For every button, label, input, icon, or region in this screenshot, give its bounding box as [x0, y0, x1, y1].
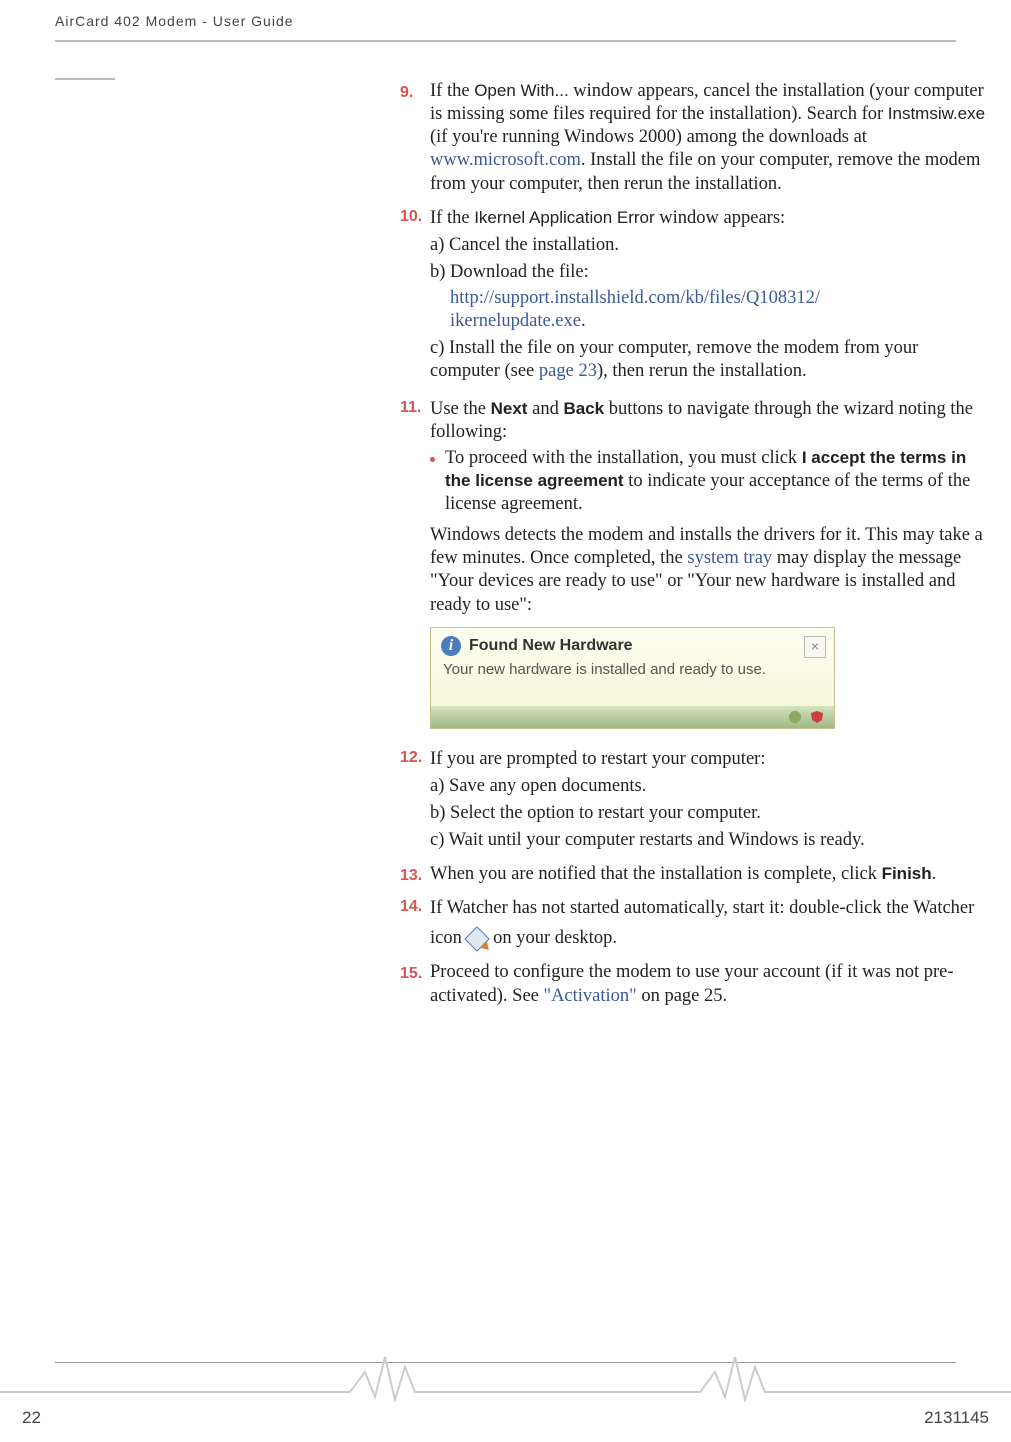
text: If the: [430, 208, 474, 228]
step-number: 10.: [400, 204, 430, 227]
text: and: [527, 399, 563, 419]
step-number: 12.: [400, 745, 430, 768]
watcher-icon: [466, 928, 488, 950]
substep-a: a) Save any open documents.: [430, 775, 989, 798]
link-page23[interactable]: page 23: [539, 361, 597, 381]
step-15: 15. Proceed to configure the modem to us…: [400, 961, 989, 1007]
step-body: If you are prompted to restart your comp…: [430, 745, 989, 856]
ui-label-ikernel: Ikernel Application Error: [474, 208, 654, 227]
step-body: When you are notified that the installat…: [430, 863, 989, 886]
balloon-screenshot: i Found New Hardware × Your new hardware…: [430, 627, 835, 729]
step-body: If Watcher has not started automatically…: [430, 894, 989, 953]
page-number: 22: [22, 1408, 41, 1428]
text: on your desktop.: [493, 928, 617, 948]
step-11: 11. Use the Next and Back buttons to nav…: [400, 395, 989, 737]
text: If you are prompted to restart your comp…: [430, 748, 989, 771]
info-icon: i: [441, 636, 461, 656]
content-area: 9. If the Open With... window appears, c…: [400, 80, 989, 1008]
substep-c: c) Wait until your computer restarts and…: [430, 829, 989, 852]
taskbar-tray: [431, 706, 834, 728]
balloon-title: Found New Hardware: [469, 636, 633, 656]
text: When you are notified that the installat…: [430, 864, 882, 884]
substep-c: c) Install the file on your computer, re…: [430, 337, 989, 383]
step-number: 11.: [400, 395, 430, 418]
text: .: [932, 864, 937, 884]
button-label-next: Next: [491, 399, 528, 418]
step-12: 12. If you are prompted to restart your …: [400, 745, 989, 856]
step-13: 13. When you are notified that the insta…: [400, 863, 989, 886]
ui-label-openwith: Open With...: [474, 81, 568, 100]
text: (if you're running Windows 2000) among t…: [430, 127, 867, 147]
security-shield-icon: [810, 710, 824, 724]
step-body: If the Open With... window appears, canc…: [430, 80, 989, 196]
antenna-decoration: [0, 1342, 1011, 1402]
substep-a: a) Cancel the installation.: [430, 234, 989, 257]
link-system-tray[interactable]: system tray: [687, 548, 772, 568]
short-rule: [55, 78, 115, 80]
header-rule: [55, 40, 956, 42]
filename-instmsiw: Instmsiw.exe: [888, 104, 985, 123]
tray-generic-icon: [788, 710, 802, 724]
bullet-icon: [430, 457, 435, 462]
text: If the: [430, 81, 474, 101]
doc-header: AirCard 402 Modem - User Guide: [0, 0, 1011, 37]
close-icon[interactable]: ×: [804, 636, 826, 658]
text: Use the: [430, 399, 491, 419]
text: on page 25.: [637, 986, 727, 1006]
step-body: If the Ikernel Application Error window …: [430, 204, 989, 387]
step-body: Proceed to configure the modem to use yo…: [430, 961, 989, 1007]
balloon-header: i Found New Hardware: [431, 628, 834, 656]
step-9: 9. If the Open With... window appears, c…: [400, 80, 989, 196]
bullet-item: To proceed with the installation, you mu…: [430, 447, 989, 516]
step-number: 14.: [400, 894, 430, 917]
step-10: 10. If the Ikernel Application Error win…: [400, 204, 989, 387]
link-installshield[interactable]: http://support.installshield.com/kb/file…: [450, 287, 989, 333]
button-label-back: Back: [563, 399, 604, 418]
step-body: Use the Next and Back buttons to navigat…: [430, 395, 989, 737]
substep-b: b) Download the file:: [430, 261, 989, 284]
link-activation[interactable]: "Activation": [544, 986, 637, 1006]
text: To proceed with the installation, you mu…: [445, 448, 802, 468]
balloon-body: Your new hardware is installed and ready…: [431, 656, 834, 680]
button-label-finish: Finish: [882, 864, 932, 883]
step-number: 9.: [400, 80, 430, 103]
step-number: 15.: [400, 961, 430, 984]
step-number: 13.: [400, 863, 430, 886]
link-microsoft[interactable]: www.microsoft.com: [430, 150, 581, 170]
page-footer: 22 2131145: [0, 1362, 1011, 1442]
step-14: 14. If Watcher has not started automatic…: [400, 894, 989, 953]
substep-b: b) Select the option to restart your com…: [430, 802, 989, 825]
text: window appears:: [655, 208, 786, 228]
document-id: 2131145: [924, 1408, 989, 1428]
